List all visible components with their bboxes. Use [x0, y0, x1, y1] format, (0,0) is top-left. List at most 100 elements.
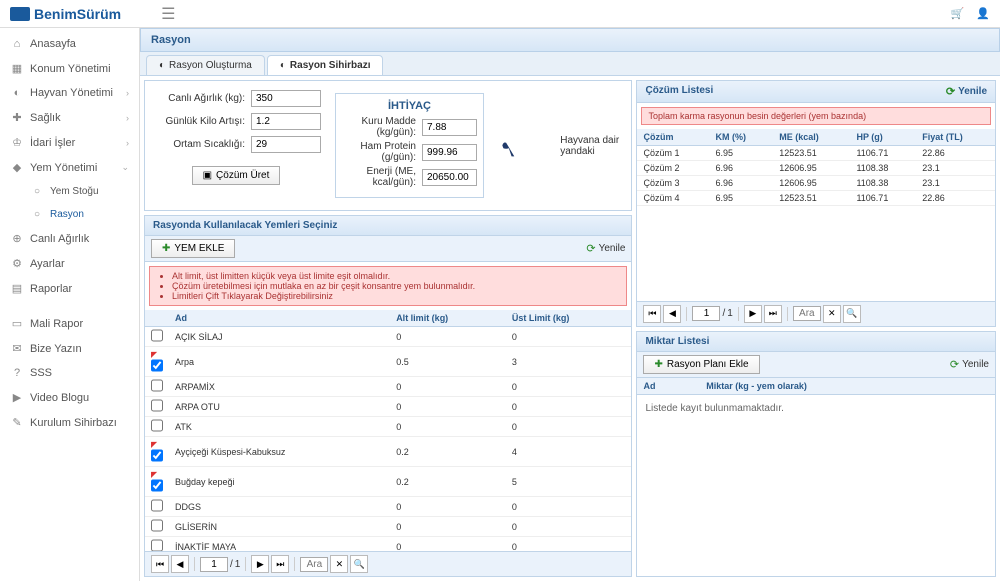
- sidebar-item[interactable]: ⚙Ayarlar: [0, 251, 139, 276]
- table-row[interactable]: ◤Arpa0.53: [145, 347, 631, 377]
- row-checkbox[interactable]: [151, 449, 163, 462]
- column-header[interactable]: Ad: [637, 378, 700, 395]
- ortam-sicaklik-input[interactable]: [251, 136, 321, 153]
- refresh-button[interactable]: ⟳Yenile: [586, 242, 625, 255]
- search-button[interactable]: 🔍: [350, 555, 368, 573]
- table-row[interactable]: ARPA OTU00: [145, 397, 631, 417]
- sidebar-item[interactable]: ◆Yem Yönetimi⌄: [0, 155, 139, 180]
- sidebar-item[interactable]: ▤Raporlar: [0, 276, 139, 301]
- search-input[interactable]: [300, 557, 328, 572]
- first-page-button[interactable]: ⏮: [151, 555, 169, 573]
- sidebar-item[interactable]: ▶Video Blogu: [0, 385, 139, 410]
- rasyon-plani-ekle-button[interactable]: ✚Rasyon Planı Ekle: [643, 355, 759, 374]
- prev-page-button[interactable]: ◀: [171, 555, 189, 573]
- sidebar-item[interactable]: ◐Hayvan Yönetimi›: [0, 81, 139, 105]
- sidebar-item[interactable]: ▭Mali Rapor: [0, 311, 139, 336]
- search-button[interactable]: 🔍: [843, 305, 861, 323]
- column-header[interactable]: Miktar (kg - yem olarak): [700, 378, 995, 395]
- page-input[interactable]: [692, 306, 720, 321]
- flag-icon: ◤: [151, 470, 157, 479]
- table-row[interactable]: GLİSERİN00: [145, 517, 631, 537]
- prev-page-button[interactable]: ◀: [663, 305, 681, 323]
- column-header[interactable]: Alt limit (kg): [390, 310, 506, 327]
- menu-icon: ✉: [10, 342, 24, 355]
- column-header[interactable]: ME (kcal): [773, 129, 850, 146]
- yem-ekle-button[interactable]: ✚YEM EKLE: [151, 239, 235, 258]
- sidebar-label: Yem Yönetimi: [30, 162, 97, 174]
- cart-icon[interactable]: 🛒: [951, 7, 965, 20]
- table-row[interactable]: Çözüm 36.9612606.951108.3823.1: [637, 176, 995, 191]
- sidebar-item[interactable]: ⌂Anasayfa: [0, 32, 139, 56]
- table-row[interactable]: ATK00: [145, 417, 631, 437]
- sidebar-item[interactable]: ✚Sağlık›: [0, 105, 139, 130]
- menu-icon: ?: [10, 367, 24, 379]
- row-checkbox[interactable]: [151, 539, 163, 551]
- row-checkbox[interactable]: [151, 399, 163, 412]
- column-header[interactable]: [145, 310, 169, 327]
- menu-icon: ▶: [10, 391, 24, 404]
- table-row[interactable]: Çözüm 16.9512523.511106.7122.86: [637, 146, 995, 161]
- table-row[interactable]: ◤Ayçiçeği Küspesi-Kabuksuz0.24: [145, 437, 631, 467]
- tab[interactable]: ◐Rasyon Sihirbazı: [267, 55, 384, 75]
- next-page-button[interactable]: ▶: [251, 555, 269, 573]
- chevron-icon: ›: [126, 88, 129, 98]
- enerji-input[interactable]: [422, 169, 477, 186]
- sidebar-item[interactable]: ?SSS: [0, 361, 139, 385]
- ham-protein-input[interactable]: [422, 144, 477, 161]
- table-row[interactable]: AÇIK SİLAJ00: [145, 327, 631, 347]
- table-row[interactable]: ARPAMİX00: [145, 377, 631, 397]
- gunluk-kilo-input[interactable]: [251, 113, 321, 130]
- clear-search-button[interactable]: ✕: [330, 555, 348, 573]
- kuru-madde-input[interactable]: [422, 119, 477, 136]
- search-input[interactable]: [793, 306, 821, 321]
- sidebar-item[interactable]: ✎Kurulum Sihirbazı: [0, 410, 139, 435]
- sidebar-item[interactable]: ○Yem Stoğu: [0, 180, 139, 203]
- chevron-icon: ⌄: [121, 162, 129, 173]
- form-label: Günlük Kilo Artışı:: [151, 116, 251, 127]
- canli-agirlik-input[interactable]: [251, 90, 321, 107]
- sidebar-item[interactable]: ○Rasyon: [0, 203, 139, 226]
- menu-icon: ✚: [10, 111, 24, 124]
- user-icon[interactable]: 👤: [976, 7, 990, 20]
- clear-search-button[interactable]: ✕: [823, 305, 841, 323]
- column-header[interactable]: HP (g): [850, 129, 916, 146]
- table-row[interactable]: ◤Buğday kepeği0.25: [145, 467, 631, 497]
- sidebar-item[interactable]: ✉Bize Yazın: [0, 336, 139, 361]
- column-header[interactable]: Fiyat (TL): [916, 129, 995, 146]
- table-row[interactable]: İNAKTİF MAYA00: [145, 537, 631, 552]
- table-row[interactable]: DDGS00: [145, 497, 631, 517]
- refresh-button[interactable]: ⟳Yenile: [946, 85, 987, 98]
- row-checkbox[interactable]: [151, 359, 163, 372]
- column-header[interactable]: Ad: [169, 310, 390, 327]
- row-checkbox[interactable]: [151, 419, 163, 432]
- sidebar-label: Kurulum Sihirbazı: [30, 417, 117, 429]
- page-input[interactable]: [200, 557, 228, 572]
- chevron-icon: ›: [126, 138, 129, 148]
- sidebar-label: Rasyon: [50, 209, 84, 220]
- column-header[interactable]: KM (%): [709, 129, 773, 146]
- flag-icon: ◤: [151, 350, 157, 359]
- first-page-button[interactable]: ⏮: [643, 305, 661, 323]
- cozum-uret-button[interactable]: ▣Çözüm Üret: [192, 166, 281, 185]
- ihtiyac-title: İHTİYAÇ: [342, 100, 477, 112]
- row-checkbox[interactable]: [151, 329, 163, 342]
- column-header[interactable]: Üst Limit (kg): [506, 310, 632, 327]
- sidebar-item[interactable]: ▦Konum Yönetimi: [0, 56, 139, 81]
- hamburger-icon[interactable]: ☰: [161, 4, 175, 24]
- last-page-button[interactable]: ⏭: [764, 305, 782, 323]
- row-checkbox[interactable]: [151, 379, 163, 392]
- table-row[interactable]: Çözüm 46.9512523.511106.7122.86: [637, 191, 995, 206]
- yemler-table: AdAlt limit (kg)Üst Limit (kg) AÇIK SİLA…: [145, 310, 631, 551]
- row-checkbox[interactable]: [151, 499, 163, 512]
- last-page-button[interactable]: ⏭: [271, 555, 289, 573]
- pager: ⏮ ◀ / 1 ▶ ⏭ ✕ 🔍: [637, 301, 995, 326]
- refresh-button[interactable]: ⟳Yenile: [950, 358, 989, 371]
- row-checkbox[interactable]: [151, 519, 163, 532]
- sidebar-item[interactable]: ⊕Canlı Ağırlık: [0, 226, 139, 251]
- table-row[interactable]: Çözüm 26.9612606.951108.3823.1: [637, 161, 995, 176]
- column-header[interactable]: Çözüm: [637, 129, 709, 146]
- next-page-button[interactable]: ▶: [744, 305, 762, 323]
- sidebar-item[interactable]: ♔İdari İşler›: [0, 130, 139, 155]
- row-checkbox[interactable]: [151, 479, 163, 492]
- tab[interactable]: ◐Rasyon Oluşturma: [146, 55, 265, 75]
